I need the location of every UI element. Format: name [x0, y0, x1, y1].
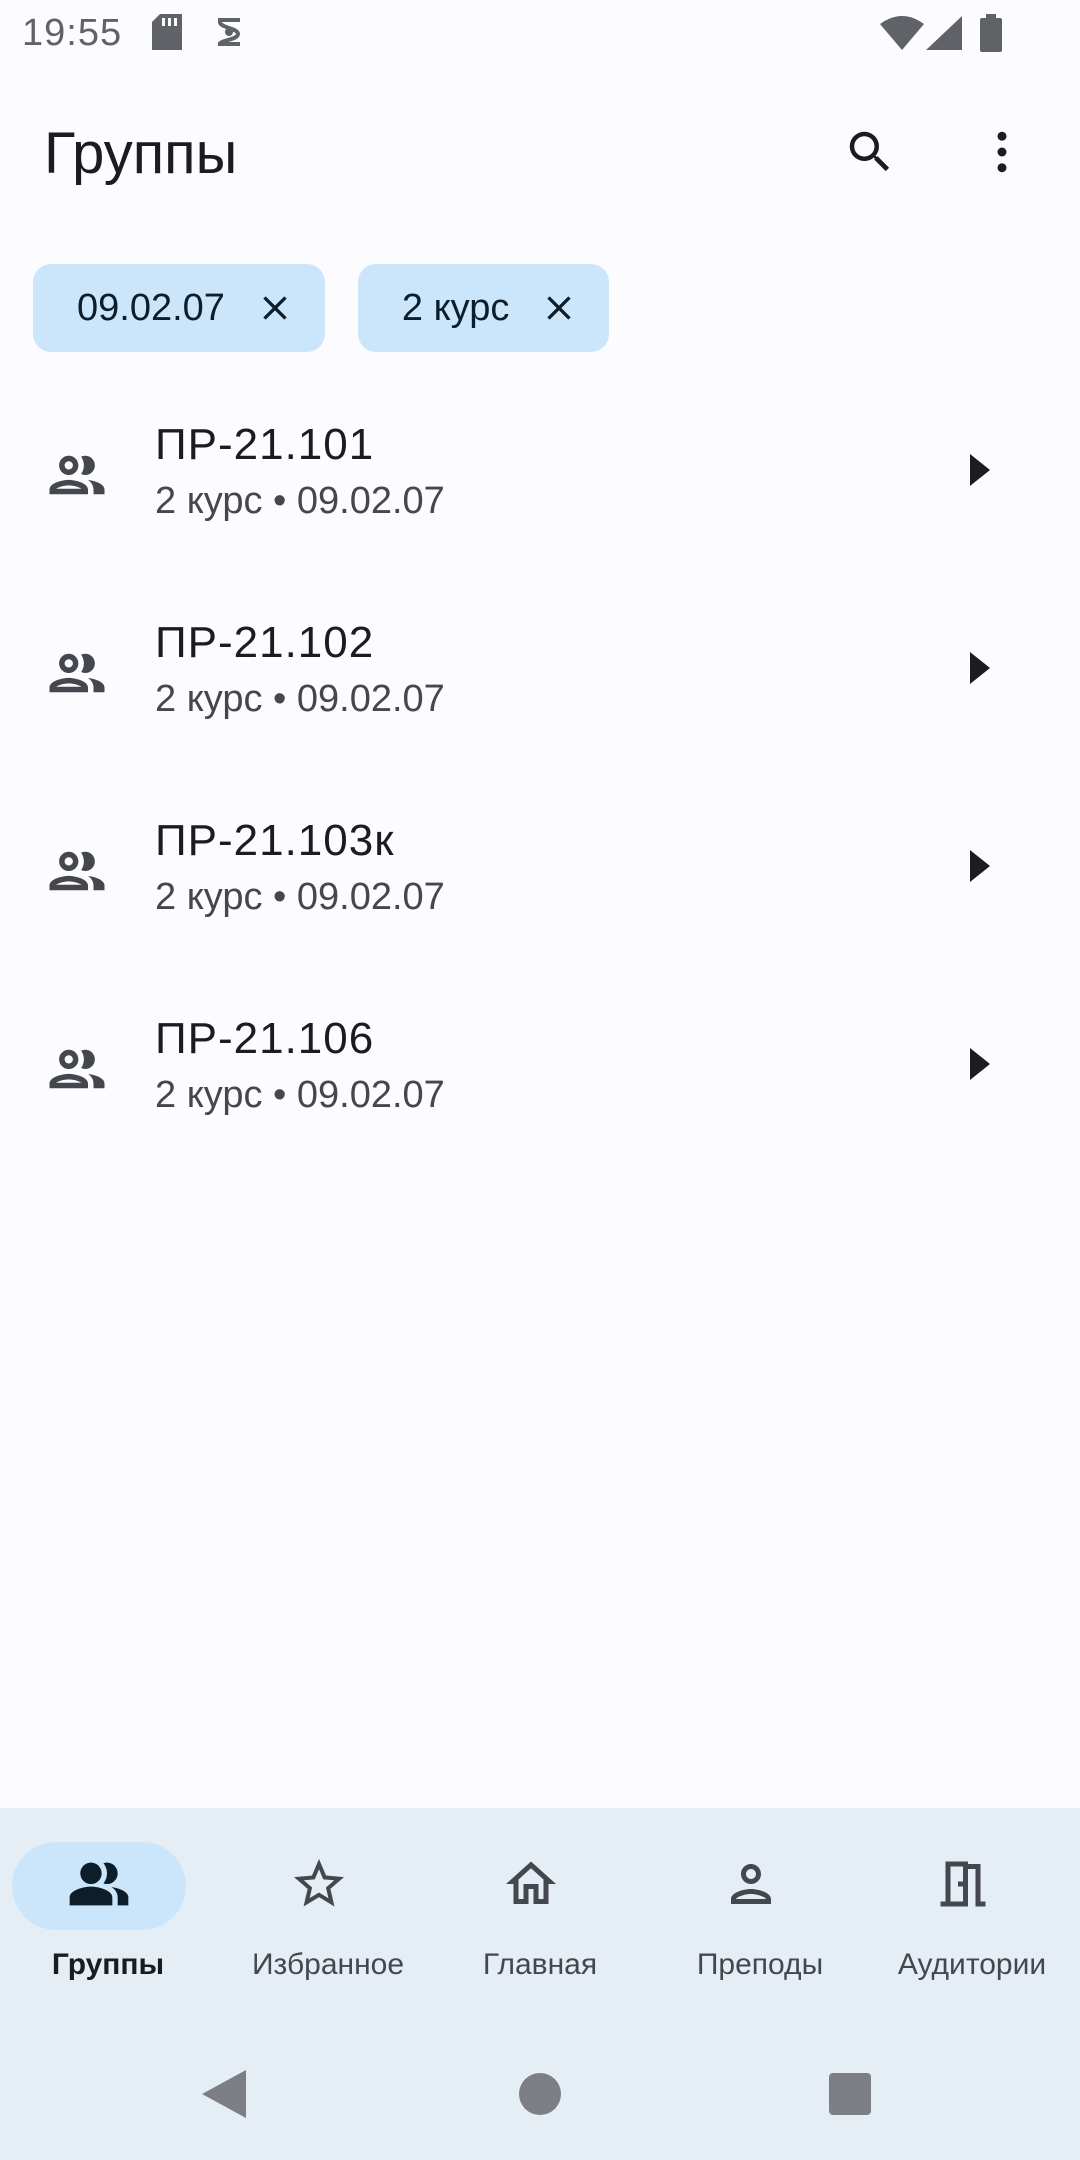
nav-indicator	[876, 1842, 1050, 1930]
more-vert-icon	[975, 125, 1029, 184]
home-circle-icon[interactable]	[512, 2066, 568, 2122]
system-navigation-bar	[0, 2040, 1080, 2150]
close-icon[interactable]	[247, 280, 303, 336]
nav-item-groups[interactable]: Группы	[0, 1808, 216, 2008]
search-button[interactable]	[822, 106, 918, 202]
nav-item-teachers[interactable]: Преподы	[652, 1808, 868, 2008]
nav-item-favorites[interactable]: Избранное	[220, 1808, 436, 2008]
status-time: 19:55	[22, 12, 123, 54]
more-options-button[interactable]	[954, 106, 1050, 202]
groups-outline-icon	[44, 838, 110, 904]
close-icon[interactable]	[531, 280, 587, 336]
sd-card-icon	[152, 14, 182, 50]
sync-icon	[214, 14, 244, 50]
home-icon	[501, 1854, 561, 1919]
page-title: Группы	[44, 121, 238, 186]
group-title: ПР-21.103к	[155, 816, 395, 865]
group-subtitle: 2 курс • 09.02.07	[155, 876, 445, 918]
groups-icon	[67, 1852, 131, 1921]
list-item[interactable]: ПР-21.106 2 курс • 09.02.07	[0, 994, 1080, 1192]
recents-icon[interactable]	[822, 2066, 878, 2122]
nav-indicator	[444, 1842, 618, 1930]
group-subtitle: 2 курс • 09.02.07	[155, 480, 445, 522]
group-subtitle: 2 курс • 09.02.07	[155, 678, 445, 720]
group-title: ПР-21.102	[155, 618, 375, 667]
nav-item-home[interactable]: Главная	[432, 1808, 648, 2008]
chip-label: 09.02.07	[77, 286, 225, 329]
back-icon[interactable]	[196, 2066, 252, 2122]
arrow-right-icon	[960, 1034, 1000, 1094]
person-icon	[721, 1854, 781, 1919]
filter-chips: 09.02.07 2 курс	[33, 264, 610, 352]
group-subtitle: 2 курс • 09.02.07	[155, 1074, 445, 1116]
nav-indicator	[232, 1842, 406, 1930]
group-title: ПР-21.101	[155, 420, 375, 469]
list-item[interactable]: ПР-21.103к 2 курс • 09.02.07	[0, 796, 1080, 994]
nav-label: Группы	[51, 1948, 165, 1981]
nav-label: Главная	[482, 1948, 598, 1981]
nav-item-rooms[interactable]: Аудитории	[864, 1808, 1080, 2008]
groups-outline-icon	[44, 1036, 110, 1102]
top-app-bar: Группы	[0, 90, 1080, 220]
nav-label: Аудитории	[897, 1948, 1047, 1981]
arrow-right-icon	[960, 440, 1000, 500]
arrow-right-icon	[960, 638, 1000, 698]
signal-icon	[926, 16, 962, 50]
groups-outline-icon	[44, 442, 110, 508]
list-item[interactable]: ПР-21.101 2 курс • 09.02.07	[0, 400, 1080, 598]
door-icon	[933, 1854, 993, 1919]
nav-label: Преподы	[696, 1948, 824, 1981]
group-list: ПР-21.101 2 курс • 09.02.07 ПР-21.102 2 …	[0, 400, 1080, 1192]
wifi-icon	[880, 16, 924, 50]
group-title: ПР-21.106	[155, 1014, 375, 1063]
nav-active-indicator	[12, 1842, 186, 1930]
nav-label: Избранное	[251, 1948, 405, 1981]
list-item[interactable]: ПР-21.102 2 курс • 09.02.07	[0, 598, 1080, 796]
arrow-right-icon	[960, 836, 1000, 896]
battery-icon	[980, 14, 1002, 52]
nav-indicator	[664, 1842, 838, 1930]
status-bar: 19:55	[0, 0, 1080, 66]
filter-chip[interactable]: 09.02.07	[33, 264, 325, 352]
star-icon	[289, 1854, 349, 1919]
filter-chip[interactable]: 2 курс	[357, 264, 610, 352]
search-icon	[843, 125, 897, 184]
chip-label: 2 курс	[401, 286, 510, 329]
groups-outline-icon	[44, 640, 110, 706]
